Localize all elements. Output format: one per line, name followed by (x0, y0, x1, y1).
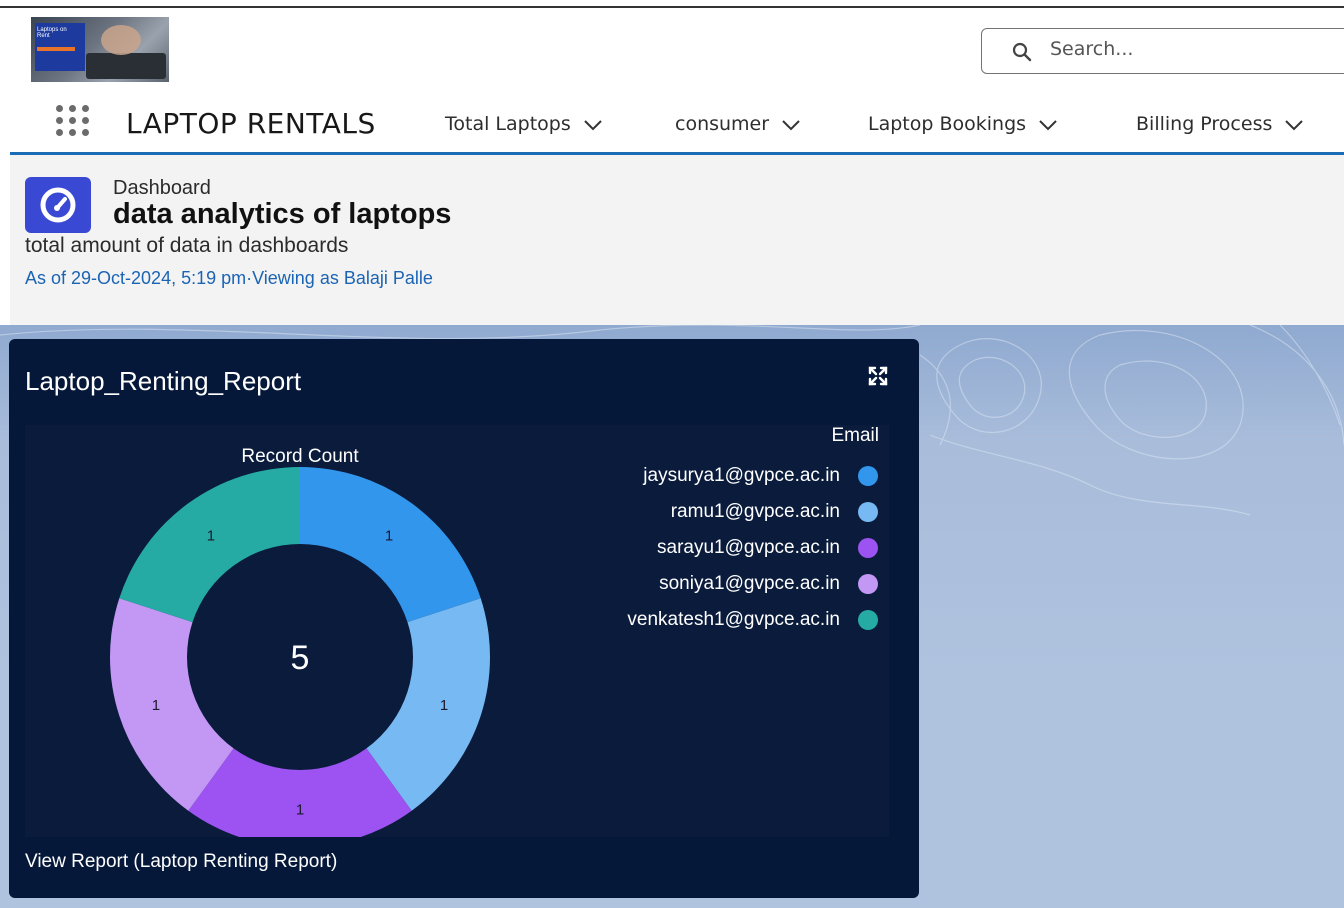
global-search[interactable] (981, 28, 1344, 74)
dashboard-type-label: Dashboard (113, 177, 211, 199)
nav-tab-consumer[interactable]: consumer (675, 113, 801, 135)
chevron-down-icon[interactable] (583, 119, 603, 131)
legend-item-label: sarayu1@gvpce.ac.in (657, 537, 840, 558)
legend-swatch (858, 538, 878, 558)
slice-value-label: 1 (296, 802, 304, 819)
chevron-down-icon[interactable] (1038, 119, 1058, 131)
legend-item-label: ramu1@gvpce.ac.in (670, 501, 840, 522)
legend-swatch (858, 502, 878, 522)
legend-item[interactable]: venkatesh1@gvpce.ac.in (627, 609, 878, 631)
legend-item[interactable]: jaysurya1@gvpce.ac.in (643, 465, 878, 487)
dashboard-icon (25, 177, 91, 233)
card-title: Laptop_Renting_Report (25, 366, 302, 396)
chart-title: Record Count (241, 446, 359, 467)
nav-tab-laptop-bookings[interactable]: Laptop Bookings (868, 113, 1058, 135)
nav-tab-label: Billing Process (1136, 113, 1273, 135)
legend-item-label: jaysurya1@gvpce.ac.in (643, 465, 840, 486)
legend-item-label: soniya1@gvpce.ac.in (659, 573, 840, 594)
donut-chart[interactable]: Record Count 1 1 1 1 1 5 (25, 425, 585, 837)
app-launcher-icon[interactable] (56, 105, 94, 139)
logo-hand (101, 25, 141, 55)
chevron-down-icon[interactable] (781, 119, 801, 131)
legend-item[interactable]: soniya1@gvpce.ac.in (659, 573, 878, 595)
legend-swatch (858, 466, 878, 486)
slice-value-label: 1 (385, 527, 393, 544)
top-border (0, 6, 1344, 8)
nav-tab-billing-process[interactable]: Billing Process (1136, 113, 1304, 135)
logo-keyboard (86, 53, 166, 79)
search-input[interactable] (1048, 37, 1332, 61)
app-name: LAPTOP RENTALS (126, 107, 376, 140)
as-of-timestamp[interactable]: As of 29-Oct-2024, 5:19 pm·Viewing as Ba… (25, 268, 433, 289)
legend-item[interactable]: sarayu1@gvpce.ac.in (657, 537, 878, 559)
legend-item-label: venkatesh1@gvpce.ac.in (627, 609, 840, 630)
nav-tab-label: Total Laptops (445, 113, 571, 135)
page-title: data analytics of laptops (113, 198, 452, 230)
app-logo[interactable]: Laptops on Rent (31, 17, 169, 82)
donut-slice[interactable] (119, 467, 301, 623)
expand-icon[interactable] (866, 364, 890, 388)
search-icon (1012, 42, 1032, 62)
donut-slice[interactable] (300, 467, 481, 623)
slice-value-label: 1 (440, 697, 448, 714)
view-report-link[interactable]: View Report (Laptop Renting Report) (25, 851, 337, 873)
dashboard-description: total amount of data in dashboards (25, 234, 349, 257)
nav-tab-total-laptops[interactable]: Total Laptops (445, 113, 603, 135)
legend-swatch (858, 610, 878, 630)
legend-item[interactable]: ramu1@gvpce.ac.in (671, 501, 878, 523)
legend-title: Email (831, 425, 879, 446)
logo-stripe (37, 47, 75, 51)
nav-tab-label: Laptop Bookings (868, 113, 1027, 135)
legend-swatch (858, 574, 878, 594)
chart-total: 5 (291, 639, 310, 677)
chevron-down-icon[interactable] (1284, 119, 1304, 131)
nav-tab-label: consumer (675, 113, 770, 135)
slice-value-label: 1 (152, 697, 160, 714)
slice-value-label: 1 (207, 527, 215, 544)
logo-text: Laptops on Rent (37, 27, 67, 39)
